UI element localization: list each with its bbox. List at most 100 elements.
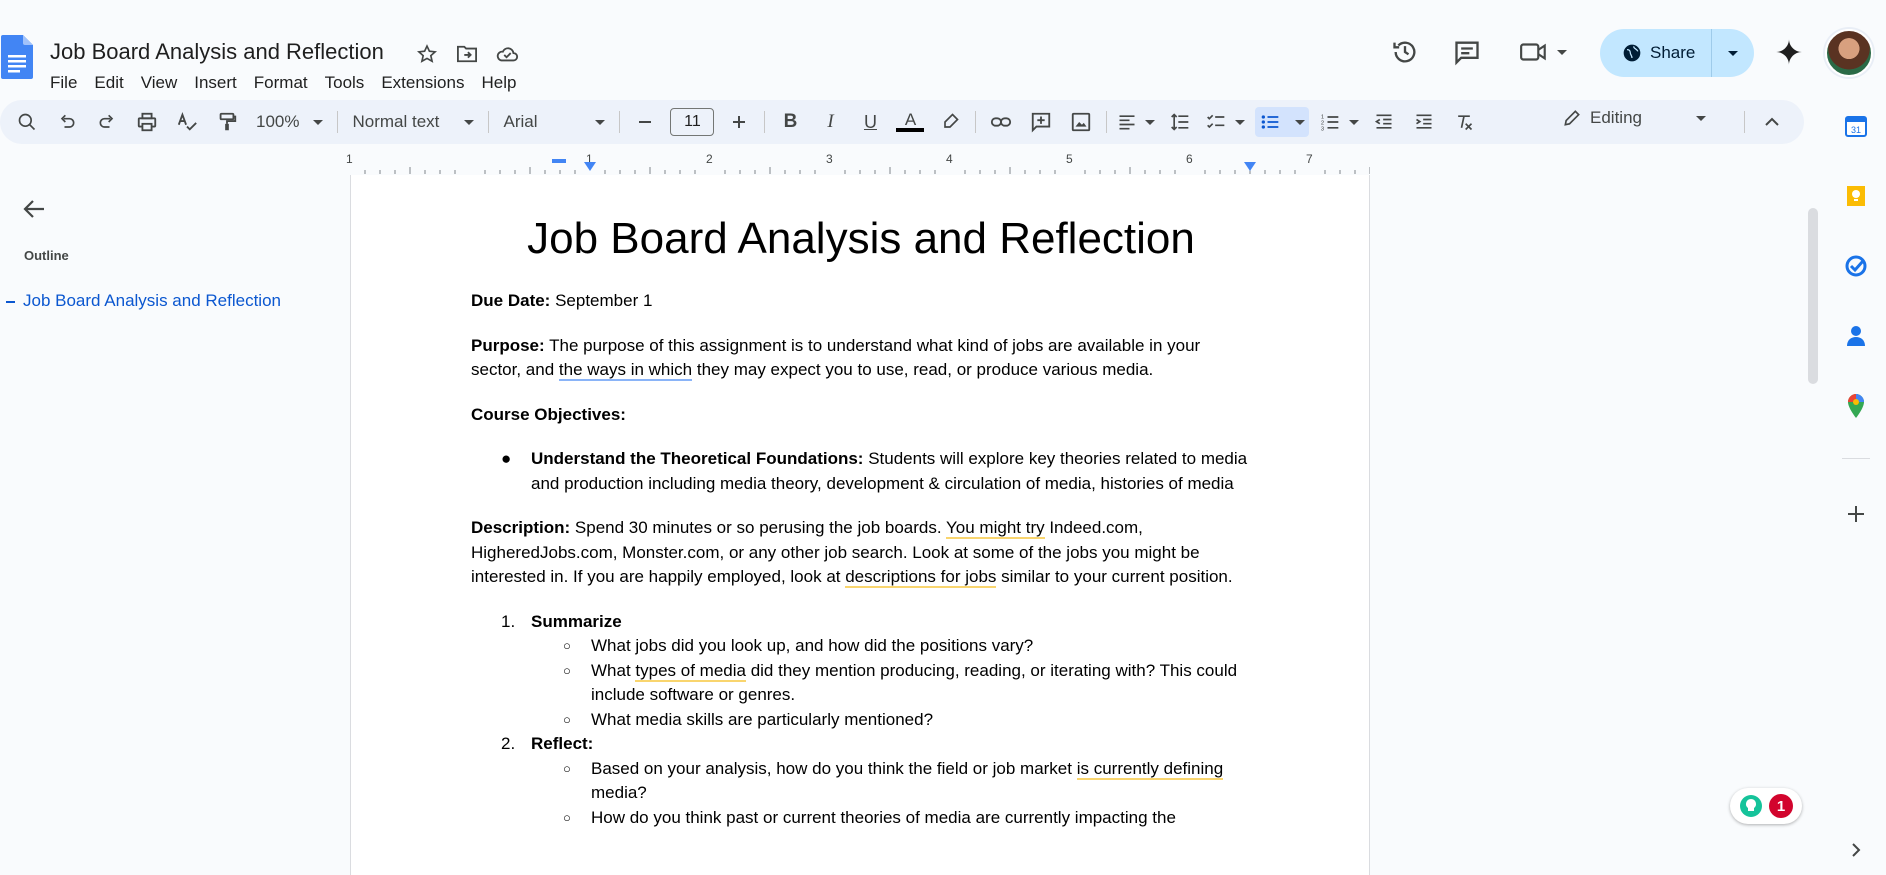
insert-image-icon[interactable] <box>1066 107 1096 137</box>
suggestion-underline[interactable]: types of media <box>635 660 746 682</box>
suggestion-underline[interactable]: the ways in which <box>558 360 693 382</box>
spellcheck-icon[interactable] <box>172 107 202 137</box>
purpose-paragraph: Purpose: The purpose of this assignment … <box>471 334 1251 383</box>
chevron-down-icon <box>1696 115 1706 121</box>
add-addon-icon[interactable] <box>1842 500 1870 528</box>
grammarly-widget[interactable]: 1 <box>1730 788 1802 824</box>
increase-font-size-button[interactable] <box>724 107 754 137</box>
redo-icon[interactable] <box>92 107 122 137</box>
outline-entry[interactable]: Job Board Analysis and Reflection <box>6 291 281 311</box>
chevron-right-icon[interactable] <box>1842 836 1870 864</box>
increase-indent-icon[interactable] <box>1409 107 1439 137</box>
share-button[interactable]: Share <box>1600 29 1754 77</box>
checklist-icon[interactable] <box>1205 107 1246 137</box>
highlight-icon[interactable] <box>935 107 965 137</box>
suggestion-underline[interactable]: descriptions for jobs <box>845 567 997 589</box>
ruler-label: 1 <box>346 152 353 166</box>
document-title[interactable]: Job Board Analysis and Reflection <box>50 39 384 65</box>
menu-view[interactable]: View <box>141 73 191 93</box>
gemini-icon[interactable] <box>1771 34 1807 70</box>
numbered-item-title: Summarize <box>531 611 622 631</box>
link-icon[interactable] <box>986 107 1016 137</box>
side-panel: 31 <box>1828 100 1886 875</box>
bullet-marker: ○ <box>563 760 571 776</box>
paint-format-icon[interactable] <box>212 107 242 137</box>
avatar[interactable] <box>1825 29 1873 77</box>
star-icon[interactable] <box>414 41 440 67</box>
share-label: Share <box>1650 43 1696 62</box>
menu-file[interactable]: File <box>50 73 90 93</box>
objectives-heading: Course Objectives: <box>471 404 626 424</box>
numbered-item: 1. Summarize <box>471 610 1251 635</box>
menu-insert[interactable]: Insert <box>194 73 250 93</box>
suggestion-underline[interactable]: is currently defining <box>1076 758 1224 780</box>
chevron-down-icon <box>1349 119 1360 125</box>
calendar-icon[interactable]: 31 <box>1842 112 1870 140</box>
meet-icon[interactable] <box>1516 34 1570 70</box>
bullet-marker: ○ <box>563 638 571 654</box>
list-item: ● Understand the Theoretical Foundations… <box>471 447 1251 496</box>
menu-format[interactable]: Format <box>254 73 321 93</box>
bulleted-list-icon[interactable] <box>1255 107 1310 137</box>
font-size-input[interactable]: 11 <box>670 108 715 136</box>
numbered-item-title: Reflect: <box>531 734 594 754</box>
align-icon[interactable] <box>1117 107 1156 137</box>
bold-icon[interactable]: B <box>775 107 805 137</box>
suggestion-underline[interactable]: You might try <box>946 518 1045 540</box>
ruler[interactable]: 1 1 2 3 4 5 6 7 <box>346 152 1370 174</box>
search-menus-icon[interactable] <box>12 107 42 137</box>
menu-extensions[interactable]: Extensions <box>381 73 477 93</box>
bullet-marker: ○ <box>563 711 571 727</box>
chevron-down-icon <box>1728 50 1738 56</box>
maps-icon[interactable] <box>1842 392 1870 420</box>
zoom-select[interactable]: 100% <box>252 107 327 137</box>
menu-help[interactable]: Help <box>481 73 529 93</box>
comments-icon[interactable] <box>1449 34 1485 70</box>
text-color-icon[interactable]: A <box>895 107 925 137</box>
decrease-indent-icon[interactable] <box>1369 107 1399 137</box>
editing-mode-select[interactable]: Editing <box>1562 108 1706 128</box>
keep-icon[interactable] <box>1842 182 1870 210</box>
add-comment-icon[interactable] <box>1026 107 1056 137</box>
left-indent-marker[interactable] <box>584 162 596 172</box>
clear-formatting-icon[interactable] <box>1449 107 1479 137</box>
font-value: Arial <box>503 112 538 131</box>
document-page[interactable]: Job Board Analysis and Reflection Due Da… <box>350 175 1370 875</box>
description-text: Spend 30 minutes or so perusing the job … <box>570 518 947 538</box>
undo-icon[interactable] <box>52 107 82 137</box>
decrease-font-size-button[interactable] <box>630 107 660 137</box>
menu-tools[interactable]: Tools <box>325 73 378 93</box>
print-icon[interactable] <box>132 107 162 137</box>
numbered-list-icon[interactable]: 123 <box>1319 107 1360 137</box>
contacts-icon[interactable] <box>1842 322 1870 350</box>
close-outline-icon[interactable] <box>22 198 50 222</box>
move-folder-icon[interactable] <box>454 41 480 67</box>
version-history-icon[interactable] <box>1387 34 1423 70</box>
ruler-label: 3 <box>826 152 833 166</box>
underline-icon[interactable]: U <box>855 107 885 137</box>
vertical-scrollbar[interactable] <box>1808 208 1818 384</box>
editing-mode-value: Editing <box>1590 108 1642 127</box>
share-options-button[interactable] <box>1712 29 1754 77</box>
collapse-toolbar-icon[interactable] <box>1758 108 1786 136</box>
divider <box>1842 458 1870 459</box>
line-spacing-icon[interactable] <box>1165 107 1195 137</box>
paragraph-style-select[interactable]: Normal text <box>348 107 478 137</box>
globe-icon <box>1623 44 1641 62</box>
sub-item-text: Based on your analysis, how do you think… <box>591 758 1077 778</box>
document-body[interactable]: Job Board Analysis and Reflection Due Da… <box>471 214 1251 831</box>
right-indent-marker[interactable] <box>1244 162 1256 172</box>
bullet-marker: ● <box>501 449 512 469</box>
menu-edit[interactable]: Edit <box>94 73 136 93</box>
sub-list-item: ○ How do you think past or current theor… <box>471 806 1251 831</box>
paragraph-style-value: Normal text <box>352 112 440 131</box>
cloud-saved-icon[interactable] <box>494 41 520 67</box>
italic-icon[interactable]: I <box>815 107 845 137</box>
font-select[interactable]: Arial <box>499 107 609 137</box>
ruler-label: 5 <box>1066 152 1073 166</box>
first-line-indent-marker[interactable] <box>552 159 566 163</box>
chevron-down-icon <box>464 119 475 125</box>
tasks-icon[interactable] <box>1842 252 1870 280</box>
docs-logo-icon[interactable] <box>1 35 33 79</box>
divider <box>975 111 977 133</box>
